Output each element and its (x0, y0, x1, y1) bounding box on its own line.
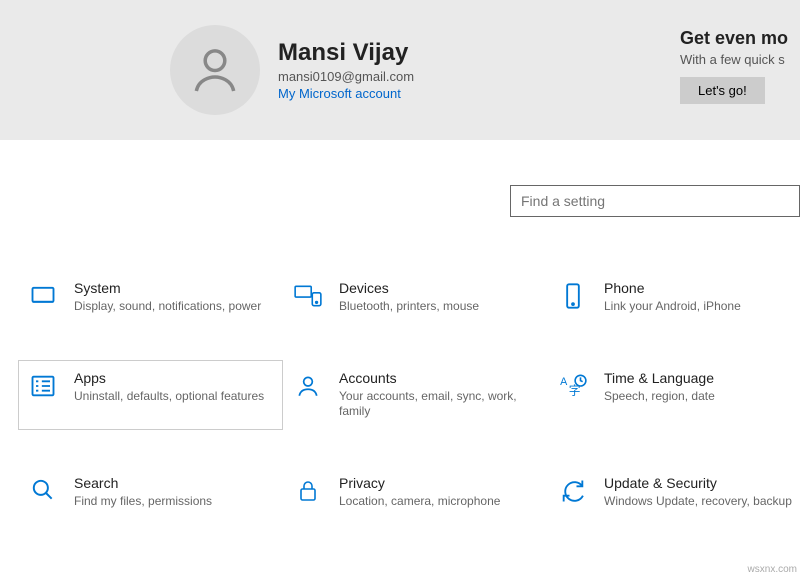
tile-desc: Find my files, permissions (74, 494, 212, 510)
tile-desc: Display, sound, notifications, power (74, 299, 261, 315)
tile-title: Accounts (339, 370, 530, 386)
tile-title: System (74, 280, 261, 296)
accounts-icon (291, 370, 325, 400)
watermark: wsxnx.com (748, 564, 797, 575)
tile-desc: Location, camera, microphone (339, 494, 500, 510)
devices-icon (291, 280, 325, 310)
tile-desc: Your accounts, email, sync, work, family (339, 389, 530, 420)
microsoft-account-link[interactable]: My Microsoft account (278, 86, 414, 101)
search-icon (26, 475, 60, 503)
tile-title: Search (74, 475, 212, 491)
system-icon (26, 280, 60, 310)
tile-system[interactable]: System Display, sound, notifications, po… (18, 270, 283, 325)
search-wrap (510, 185, 800, 217)
profile-info: Mansi Vijay mansi0109@gmail.com My Micro… (278, 39, 414, 101)
promo-area: Get even mo With a few quick s Let's go! (680, 28, 800, 104)
tile-privacy[interactable]: Privacy Location, camera, microphone (283, 465, 548, 520)
tile-desc: Link your Android, iPhone (604, 299, 741, 315)
tile-accounts[interactable]: Accounts Your accounts, email, sync, wor… (283, 360, 548, 430)
svg-text:A: A (560, 376, 568, 388)
profile-name: Mansi Vijay (278, 39, 414, 67)
update-security-icon (556, 475, 590, 505)
tile-title: Update & Security (604, 475, 792, 491)
phone-icon (556, 280, 590, 310)
privacy-icon (291, 475, 325, 505)
lets-go-button[interactable]: Let's go! (680, 77, 765, 104)
tile-title: Apps (74, 370, 264, 386)
tile-desc: Speech, region, date (604, 389, 715, 405)
tile-title: Phone (604, 280, 741, 296)
time-language-icon: A字 (556, 370, 590, 400)
profile-email: mansi0109@gmail.com (278, 69, 414, 84)
tile-devices[interactable]: Devices Bluetooth, printers, mouse (283, 270, 548, 325)
tile-desc: Windows Update, recovery, backup (604, 494, 792, 510)
tile-title: Time & Language (604, 370, 715, 386)
tile-search[interactable]: Search Find my files, permissions (18, 465, 283, 520)
tile-title: Privacy (339, 475, 500, 491)
search-input[interactable] (510, 185, 800, 217)
settings-grid: System Display, sound, notifications, po… (18, 270, 800, 519)
tile-apps[interactable]: Apps Uninstall, defaults, optional featu… (18, 360, 283, 430)
tile-title: Devices (339, 280, 479, 296)
tile-time-language[interactable]: A字 Time & Language Speech, region, date (548, 360, 800, 430)
tile-phone[interactable]: Phone Link your Android, iPhone (548, 270, 800, 325)
promo-title: Get even mo (680, 28, 800, 49)
promo-subtitle: With a few quick s (680, 52, 800, 67)
person-icon (187, 42, 243, 98)
avatar (170, 25, 260, 115)
apps-icon (26, 370, 60, 400)
tile-desc: Bluetooth, printers, mouse (339, 299, 479, 315)
tile-update-security[interactable]: Update & Security Windows Update, recove… (548, 465, 800, 520)
tile-desc: Uninstall, defaults, optional features (74, 389, 264, 405)
